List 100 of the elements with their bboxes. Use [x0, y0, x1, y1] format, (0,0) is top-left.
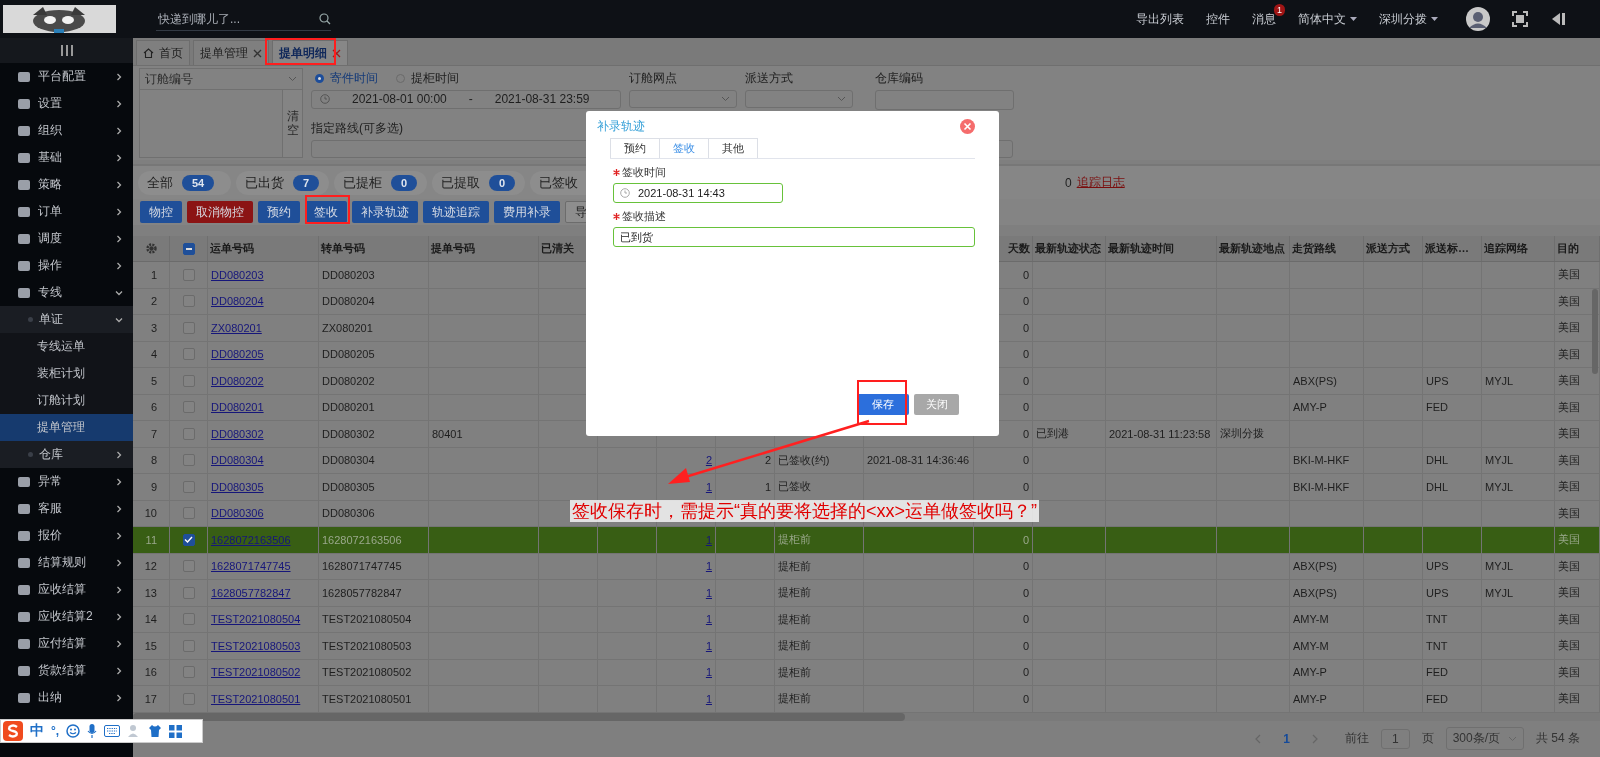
column-header[interactable]: 已清关 — [541, 241, 574, 256]
checkbox[interactable] — [182, 295, 195, 308]
tracking-log-link[interactable]: 追踪日志 — [1076, 174, 1125, 191]
sidebar-item[interactable]: 专线运单 — [0, 333, 133, 360]
table-link[interactable]: TEST2021080502 — [211, 666, 301, 679]
sidebar-item[interactable]: 策略 — [0, 171, 133, 198]
search-icon[interactable] — [319, 12, 331, 25]
sidebar-item[interactable]: 操作 — [0, 252, 133, 279]
table-row[interactable]: 16 TEST2021080502 TEST2021080502 1 提柜前 0 AMY-P FED 美国 — [133, 659, 1600, 686]
action-button[interactable]: 取消物控 — [187, 201, 253, 223]
sidebar-item[interactable]: 客服 — [0, 495, 133, 522]
table-link[interactable]: DD080205 — [211, 348, 264, 361]
booking-point-select[interactable] — [629, 90, 737, 108]
sidebar-item[interactable]: 出纳 — [0, 684, 133, 711]
table-link[interactable]: DD080306 — [211, 507, 264, 520]
checkbox[interactable] — [182, 560, 195, 573]
table-row[interactable]: 15 TEST2021080503 TEST2021080503 1 提柜前 0 AMY-M TNT 美国 — [133, 633, 1600, 660]
checkbox[interactable] — [182, 454, 195, 467]
table-link[interactable]: 2 — [705, 454, 712, 467]
topbar-link[interactable]: 控件 — [1206, 10, 1230, 28]
checkbox[interactable] — [182, 613, 195, 626]
action-button[interactable]: 费用补录 — [494, 201, 560, 223]
checkbox[interactable] — [182, 427, 195, 440]
table-row[interactable]: 17 TEST2021080501 TEST2021080501 1 提柜前 0 AMY-P FED 美国 — [133, 686, 1600, 713]
sidebar-item[interactable]: 仓库 — [0, 441, 133, 468]
sidebar-item[interactable]: 平台配置 — [0, 63, 133, 90]
sidebar-item[interactable]: 订单 — [0, 198, 133, 225]
search-field[interactable]: 快递到哪儿了... — [156, 10, 319, 27]
table-row[interactable]: 14 TEST2021080504 TEST2021080504 1 提柜前 0 AMY-M TNT 美国 — [133, 606, 1600, 633]
input-field[interactable]: 2021-08-31 14:43 — [613, 183, 783, 203]
dialog-tab[interactable]: 其他 — [708, 138, 758, 158]
clear-button[interactable]: 清空 — [282, 90, 302, 157]
column-header[interactable]: 走货路线 — [1292, 241, 1336, 256]
grid-icon[interactable] — [169, 724, 183, 738]
column-header[interactable]: 最新轨迹地点 — [1219, 241, 1285, 256]
sidebar-item[interactable]: 设置 — [0, 90, 133, 117]
checkbox[interactable] — [182, 374, 195, 387]
checkbox[interactable] — [182, 480, 195, 493]
column-header[interactable]: 追踪网络 — [1484, 241, 1528, 256]
sidebar-item[interactable]: 货款结算 — [0, 657, 133, 684]
fullscreen-icon[interactable] — [1512, 11, 1528, 27]
sidebar-item[interactable]: 异常 — [0, 468, 133, 495]
next-icon[interactable] — [1311, 733, 1319, 744]
sidebar-item[interactable]: 单证 — [0, 306, 133, 333]
sidebar-item[interactable]: 提单管理 — [0, 414, 133, 441]
sidebar-item[interactable]: 组织 — [0, 117, 133, 144]
column-header[interactable]: 天数 — [1008, 241, 1030, 256]
column-header[interactable]: 目的 — [1557, 241, 1579, 256]
dialog-button[interactable]: 关闭 — [914, 394, 959, 415]
table-link[interactable]: DD080202 — [211, 374, 264, 387]
table-link[interactable]: 1 — [705, 639, 712, 652]
table-link[interactable]: 1 — [705, 613, 712, 626]
topbar-link[interactable]: 导出列表 — [1136, 10, 1184, 28]
page-input[interactable]: 1 — [1380, 728, 1410, 749]
page-tab[interactable]: 提单管理 — [193, 40, 269, 65]
table-link[interactable]: DD080203 — [211, 268, 264, 281]
input-mode[interactable]: 中 — [30, 722, 44, 740]
table-link[interactable]: 1 — [705, 480, 712, 493]
checkbox[interactable] — [182, 666, 195, 679]
status-tab[interactable]: 已提取 0 — [432, 170, 525, 195]
column-header[interactable]: 转单号码 — [321, 241, 365, 256]
menu-icon[interactable] — [60, 45, 73, 56]
sidebar-item[interactable]: 结算规则 — [0, 549, 133, 576]
topbar-link[interactable]: 消息 — [1252, 10, 1276, 28]
table-row[interactable]: 8 DD080304 DD080304 2 2 已签收(约) 2021-08-31 14:36:46 0 BKI-M-HKF DHL MYJL 美国 — [133, 447, 1600, 474]
page-number[interactable]: 1 — [1283, 731, 1290, 746]
action-button[interactable]: 轨迹追踪 — [423, 201, 489, 223]
column-header[interactable]: 提单号码 — [431, 241, 475, 256]
sidebar-item[interactable]: 订舱计划 — [0, 387, 133, 414]
status-tab[interactable]: 全部 54 — [138, 170, 231, 195]
gear-icon[interactable] — [145, 243, 157, 254]
logo-icon[interactable] — [3, 721, 23, 741]
page-tab[interactable]: 首页 — [136, 40, 190, 65]
sidebar-item[interactable]: 应付结算 — [0, 630, 133, 657]
table-link[interactable]: 1628057782847 — [211, 586, 291, 599]
checkbox[interactable] — [182, 242, 195, 255]
sidebar-item[interactable]: 装柜计划 — [0, 360, 133, 387]
punctuation-mode[interactable]: °, — [51, 724, 60, 738]
table-link[interactable]: 1 — [705, 692, 712, 705]
table-link[interactable]: 1 — [705, 560, 712, 573]
checkbox[interactable] — [182, 321, 195, 334]
status-tab[interactable]: 已出货 7 — [236, 170, 329, 195]
checkbox[interactable] — [182, 586, 195, 599]
checkbox[interactable] — [182, 639, 195, 652]
table-link[interactable]: DD080204 — [211, 295, 264, 308]
table-link[interactable]: DD080305 — [211, 480, 264, 493]
scrollbar-thumb[interactable] — [1592, 289, 1598, 374]
input-field[interactable]: 已到货 — [613, 227, 975, 247]
topbar-link[interactable]: 深圳分拨 — [1379, 10, 1438, 28]
topbar-link[interactable]: 简体中文 — [1298, 10, 1357, 28]
table-row[interactable]: 12 1628071747745 1628071747745 1 提柜前 0 ABX(PS) UPS MYJL 美国 — [133, 553, 1600, 580]
column-header[interactable]: 最新轨迹时间 — [1108, 241, 1174, 256]
column-header[interactable]: 运单号码 — [210, 241, 254, 256]
radio-option[interactable]: 寄件时间 — [315, 70, 378, 87]
checkbox[interactable] — [182, 348, 195, 361]
column-header[interactable]: 派送方式 — [1366, 241, 1410, 256]
table-link[interactable]: 1 — [705, 586, 712, 599]
action-button[interactable]: 预约 — [258, 201, 300, 223]
checkbox[interactable] — [182, 268, 195, 281]
page-tab[interactable]: 提单明细 — [272, 40, 348, 65]
